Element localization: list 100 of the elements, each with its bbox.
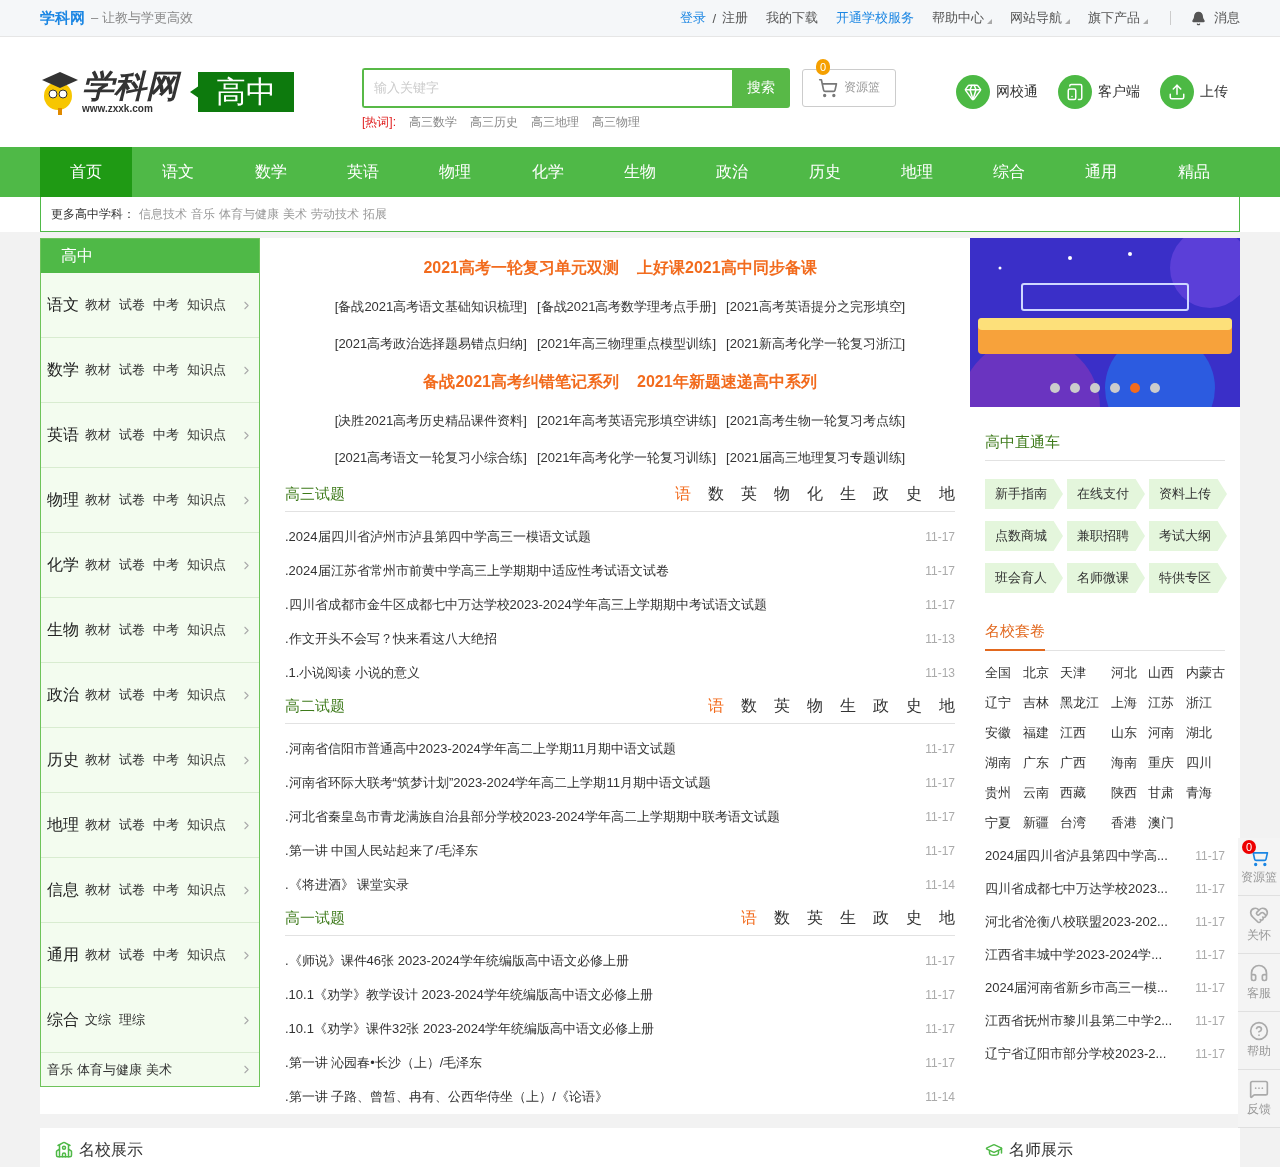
subject-tab[interactable]: 化 (807, 484, 823, 505)
region-link[interactable]: 香港 (1110, 813, 1137, 833)
resource-link[interactable]: .河南省环际大联考“筑梦计划”2023-2024学年高二上学期11月期中语文试题 (285, 774, 711, 792)
subject-tab[interactable]: 史 (906, 696, 922, 717)
category-link[interactable]: 中考 (153, 816, 179, 834)
category-link[interactable]: 知识点 (187, 686, 226, 704)
resource-link[interactable]: .10.1《劝学》教学设计 2023-2024学年统编版高中语文必修上册 (285, 986, 653, 1004)
category-link[interactable]: 试卷 (119, 621, 145, 639)
subject-tab[interactable]: 政 (873, 908, 889, 929)
region-link[interactable]: 湖北 (1185, 723, 1225, 743)
category-link[interactable]: 试卷 (119, 296, 145, 314)
carousel-dot[interactable] (1130, 383, 1140, 393)
subject-link[interactable]: 化学 (47, 554, 79, 576)
quick-link[interactable]: 客户端 (1058, 75, 1140, 109)
category-link[interactable]: 教材 (85, 556, 111, 574)
hot-word-link[interactable]: 高三历史 (470, 113, 518, 131)
region-link[interactable]: 贵州 (985, 783, 1011, 803)
hot-word-link[interactable]: 高三数学 (409, 113, 457, 131)
carousel-dot[interactable] (1050, 383, 1060, 393)
category-link[interactable]: 知识点 (187, 816, 226, 834)
category-link[interactable]: 中考 (153, 881, 179, 899)
resource-link[interactable]: .第一讲 子路、曾皙、冉有、公西华侍坐（上）/《论语》 (285, 1088, 608, 1106)
region-link[interactable]: 广西 (1060, 753, 1100, 773)
category-link[interactable]: 中考 (153, 946, 179, 964)
resource-link[interactable]: .河北省秦皇岛市青龙满族自治县部分学校2023-2024学年高二上学期期中联考语文试题 (285, 808, 780, 826)
hot-word-link[interactable]: 高三物理 (592, 113, 640, 131)
menu-link[interactable]: 帮助中心 (932, 9, 992, 27)
category-link[interactable]: 试卷 (119, 556, 145, 574)
shortcut-tag[interactable]: 兼职招聘 (1067, 521, 1145, 551)
carousel-dot[interactable] (1090, 383, 1100, 393)
category-link[interactable]: 知识点 (187, 751, 226, 769)
category-link[interactable]: 试卷 (119, 751, 145, 769)
subject-tab[interactable]: 物 (807, 696, 823, 717)
sidebar-tool-button[interactable]: 0 资源篮 (1238, 838, 1280, 896)
category-link[interactable]: 知识点 (187, 296, 226, 314)
category-link[interactable]: 教材 (85, 686, 111, 704)
category-link[interactable]: 中考 (153, 491, 179, 509)
carousel-dot[interactable] (1150, 383, 1160, 393)
region-link[interactable]: 天津 (1060, 663, 1100, 683)
region-link[interactable]: 福建 (1022, 723, 1049, 743)
subject-tab[interactable]: 地 (939, 696, 955, 717)
paper-link[interactable]: 辽宁省辽阳市部分学校2023-2... (985, 1044, 1167, 1063)
featured-link[interactable]: [2021高考英语提分之完形填空] (726, 297, 906, 316)
featured-link[interactable]: [2021届高三地理复习专题训练] (726, 448, 906, 467)
resource-link[interactable]: .作文开头不会写？快来看这八大绝招 (285, 630, 497, 648)
resource-link[interactable]: .《师说》课件46张 2023-2024学年统编版高中语文必修上册 (285, 952, 629, 970)
subject-link[interactable]: 数学 (47, 359, 79, 381)
category-link[interactable]: 试卷 (119, 946, 145, 964)
category-link[interactable]: 教材 (85, 491, 111, 509)
resource-link[interactable]: .《将进酒》 课堂实录 (285, 876, 410, 894)
category-link[interactable]: 知识点 (187, 491, 226, 509)
subject-tab[interactable]: 数 (741, 696, 757, 717)
subject-tab[interactable]: 生 (840, 908, 856, 929)
region-link[interactable]: 澳门 (1148, 813, 1175, 833)
subject-link[interactable]: 地理 (47, 814, 79, 836)
shortcut-tag[interactable]: 在线支付 (1067, 479, 1145, 509)
category-link[interactable]: 中考 (153, 296, 179, 314)
quick-link[interactable]: 网校通 (956, 75, 1038, 109)
region-link[interactable]: 北京 (1022, 663, 1049, 683)
resource-link[interactable]: .10.1《劝学》课件32张 2023-2024学年统编版高中语文必修上册 (285, 1020, 655, 1038)
region-link[interactable]: 湖南 (985, 753, 1011, 773)
paper-link[interactable]: 四川省成都七中万达学校2023... (985, 879, 1168, 898)
subject-link[interactable]: 语文 (47, 294, 79, 316)
category-link[interactable]: 知识点 (187, 426, 226, 444)
category-link[interactable]: 知识点 (187, 946, 226, 964)
paper-link[interactable]: 江西省抚州市黎川县第二中学2... (985, 1011, 1173, 1030)
region-link[interactable]: 江西 (1060, 723, 1100, 743)
featured-link[interactable]: [2021年高考化学一轮复习训练] (536, 448, 717, 467)
region-link[interactable]: 山东 (1110, 723, 1137, 743)
region-link[interactable]: 吉林 (1022, 693, 1049, 713)
featured-link[interactable]: [备战2021高考数学理考点手册] (536, 297, 717, 316)
region-link[interactable]: 青海 (1185, 783, 1225, 803)
category-link[interactable]: 中考 (153, 751, 179, 769)
top-link[interactable]: 开通学校服务 (836, 9, 914, 27)
region-link[interactable]: 全国 (985, 663, 1011, 683)
featured-link[interactable]: [备战2021高考语文基础知识梳理] (334, 297, 527, 316)
region-link[interactable]: 安徽 (985, 723, 1011, 743)
subject-link[interactable]: 美术 (146, 1060, 172, 1079)
region-link[interactable]: 广东 (1022, 753, 1049, 773)
subject-tab[interactable]: 史 (906, 908, 922, 929)
paper-link[interactable]: 河北省沧衡八校联盟2023-202... (985, 912, 1168, 931)
subject-tab[interactable]: 数 (708, 484, 724, 505)
resource-link[interactable]: .2024届四川省泸州市泸县第四中学高三一模语文试题 (285, 528, 591, 546)
category-link[interactable]: 教材 (85, 881, 111, 899)
carousel-dot[interactable] (1110, 383, 1120, 393)
top-link[interactable]: 登录 (680, 9, 707, 27)
subject-tab[interactable]: 生 (840, 484, 856, 505)
category-link[interactable]: 中考 (153, 361, 179, 379)
subject-link[interactable]: 英语 (47, 424, 79, 446)
hot-word-link[interactable]: 高三地理 (531, 113, 579, 131)
category-link[interactable]: 教材 (85, 621, 111, 639)
shortcut-tag[interactable]: 点数商城 (985, 521, 1063, 551)
subject-link[interactable]: 音乐 (47, 1060, 73, 1079)
featured-link[interactable]: [2021高考语文一轮复习小综合练] (334, 448, 527, 467)
region-link[interactable]: 陕西 (1110, 783, 1137, 803)
bell-icon[interactable] (1191, 10, 1206, 26)
region-link[interactable]: 四川 (1185, 753, 1225, 773)
resource-link[interactable]: .河南省信阳市普通高中2023-2024学年高二上学期11月期中语文试题 (285, 740, 677, 758)
category-link[interactable]: 知识点 (187, 361, 226, 379)
featured-link[interactable]: [2021新高考化学一轮复习浙江] (726, 334, 906, 353)
